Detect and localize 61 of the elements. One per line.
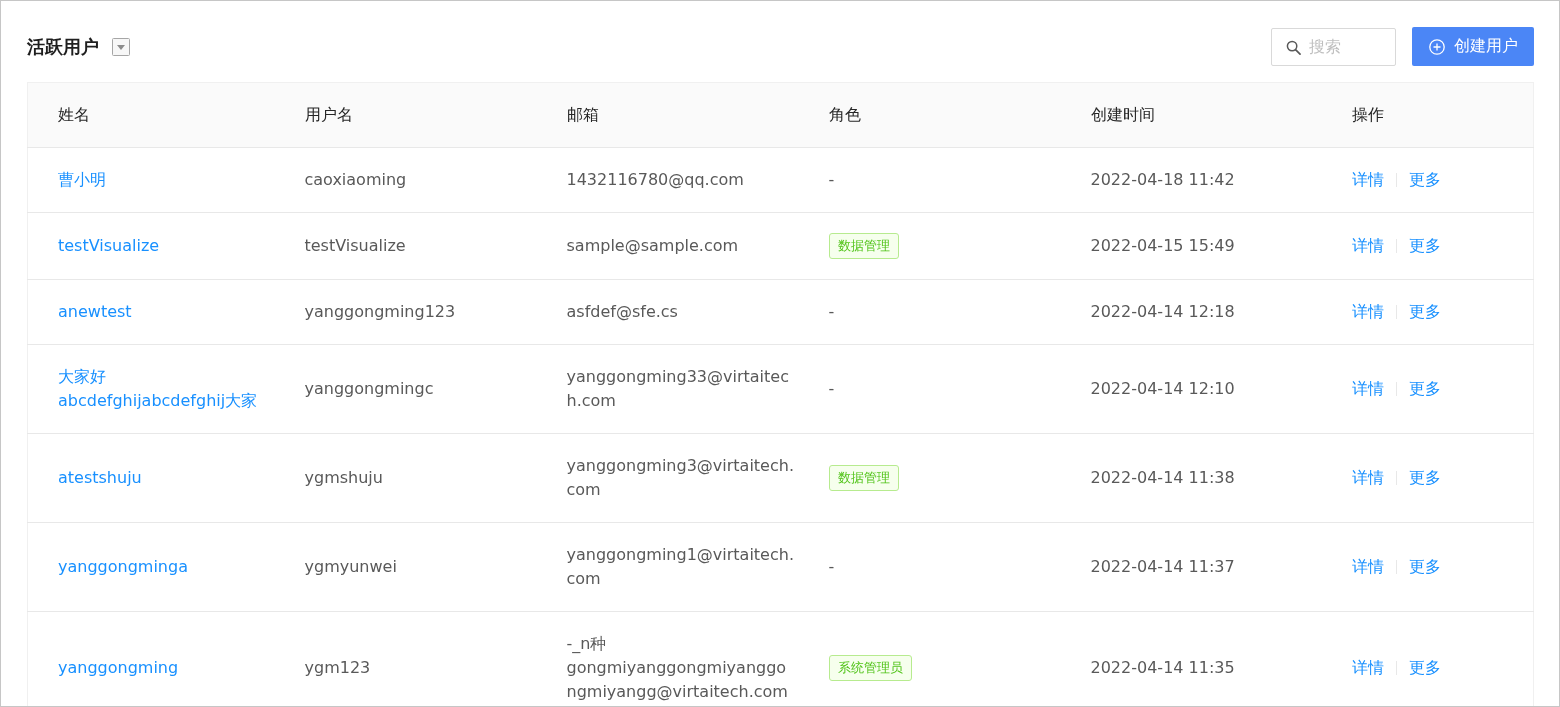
user-name-link[interactable]: 曹小明 (58, 168, 106, 192)
role-text: - (828, 379, 835, 398)
email-text: yanggongming33@virtaitech.com (566, 366, 790, 412)
email-text: 1432116780@qq.com (566, 169, 745, 191)
details-link[interactable]: 详情 (1351, 377, 1384, 401)
role-tag: 系统管理员 (828, 655, 912, 681)
column-header: 邮箱 (566, 105, 599, 124)
details-link[interactable]: 详情 (1351, 555, 1384, 579)
created-time-text: 2022-04-18 11:42 (1090, 170, 1235, 189)
column-header: 姓名 (58, 105, 90, 124)
more-link[interactable]: 更多 (1408, 555, 1441, 579)
user-name-link[interactable]: 大家好abcdefghijabcdefghij大家 (58, 365, 264, 413)
more-link[interactable]: 更多 (1408, 234, 1441, 258)
details-link[interactable]: 详情 (1351, 234, 1384, 258)
username-text: yanggongmingc (304, 379, 434, 398)
username-text: ygmshuju (304, 468, 383, 487)
more-link[interactable]: 更多 (1408, 656, 1441, 680)
role-text: - (828, 302, 835, 321)
search-field[interactable]: 搜索 (1271, 27, 1396, 66)
role-tag: 数据管理 (828, 233, 899, 259)
user-name-link[interactable]: anewtest (58, 300, 132, 324)
role-text: - (828, 170, 835, 189)
role-text: - (828, 557, 835, 576)
email-text: asfdef@sfe.cs (566, 301, 679, 323)
search-icon (1286, 39, 1301, 55)
created-time-text: 2022-04-14 11:37 (1090, 557, 1235, 576)
created-time-text: 2022-04-14 12:18 (1090, 302, 1235, 321)
user-name-link[interactable]: yanggongming (58, 656, 179, 680)
details-link[interactable]: 详情 (1351, 466, 1384, 490)
user-name-link[interactable]: atestshuju (58, 466, 142, 490)
created-time-text: 2022-04-14 11:35 (1090, 658, 1235, 677)
email-text: yanggongming3@virtaitech.com (566, 455, 795, 501)
email-text: sample@sample.com (566, 235, 740, 257)
column-header: 用户名 (304, 105, 353, 124)
column-header: 角色 (828, 105, 861, 124)
plus-circle-icon (1428, 38, 1445, 55)
details-link[interactable]: 详情 (1351, 300, 1384, 324)
username-text: caoxiaoming (304, 170, 407, 189)
role-tag: 数据管理 (828, 465, 899, 491)
created-time-text: 2022-04-15 15:49 (1090, 236, 1235, 255)
column-header: 操作 (1351, 105, 1384, 124)
created-time-text: 2022-04-14 12:10 (1090, 379, 1235, 398)
username-text: testVisualize (304, 236, 406, 255)
email-text: -_n种gongmiyanggongmiyanggongmiyangg@virtaitech.com (566, 633, 789, 703)
more-link[interactable]: 更多 (1408, 168, 1441, 192)
details-link[interactable]: 详情 (1351, 168, 1384, 192)
email-text: yanggongming1@virtaitech.com (566, 544, 795, 590)
created-time-text: 2022-04-14 11:38 (1090, 468, 1235, 487)
username-text: yanggongming123 (304, 302, 456, 321)
more-link[interactable]: 更多 (1408, 300, 1441, 324)
more-link[interactable]: 更多 (1408, 466, 1441, 490)
page-title: 活跃用户 (27, 34, 99, 59)
username-text: ygm123 (304, 658, 371, 677)
more-link[interactable]: 更多 (1408, 377, 1441, 401)
details-link[interactable]: 详情 (1351, 656, 1384, 680)
column-header: 创建时间 (1090, 105, 1155, 124)
user-name-link[interactable]: testVisualize (58, 234, 160, 258)
user-name-link[interactable]: yanggongminga (58, 555, 188, 579)
create-user-button[interactable]: 创建用户 (1412, 27, 1534, 66)
caret-down-icon[interactable] (112, 37, 130, 56)
username-text: ygmyunwei (304, 557, 397, 576)
